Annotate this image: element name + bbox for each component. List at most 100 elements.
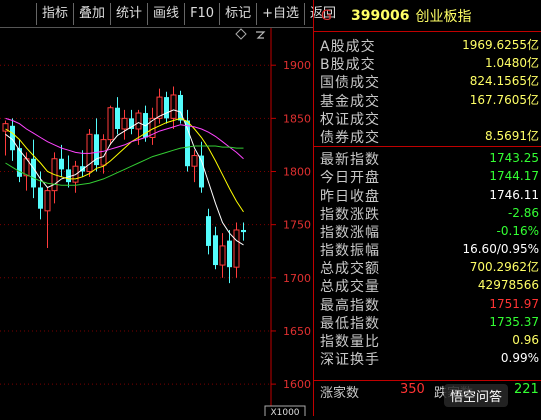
toolbar-stats-button[interactable]: 统计 (110, 3, 147, 25)
index-stat-value: 0.99% (500, 351, 539, 366)
candle (2, 120, 9, 156)
index-stat-row: 昨日收盘 1746.11 (314, 186, 541, 205)
turnover-row: B股成交 1.0480亿 (314, 54, 541, 73)
zoom-indicator: X1000 (264, 405, 306, 419)
index-stat-label: 指数量比 (320, 334, 380, 350)
candle (241, 222, 246, 241)
candle (149, 107, 156, 145)
candle (72, 160, 79, 193)
index-stat-row: 总成交量 42978566 (314, 276, 541, 296)
index-stat-value: -0.16% (496, 223, 539, 238)
index-stat-value: 1743.25 (489, 151, 539, 166)
candle (51, 152, 58, 204)
candle (80, 150, 85, 177)
turnover-row: 权证成交 (314, 109, 541, 128)
candle (219, 233, 226, 278)
index-stat-label: 指数涨幅 (320, 224, 380, 241)
advancers-label: 涨家数 (320, 386, 360, 401)
index-stat-value: -2.86 (507, 205, 539, 220)
turnover-section: A股成交 1969.6255亿 B股成交 1.0480亿 国债成交 824.1565亿 基金… (314, 32, 541, 148)
market-flag: G (321, 7, 332, 24)
turnover-row: A股成交 1969.6255亿 (314, 36, 541, 55)
toolbar-add-watchlist-button[interactable]: +自选 (256, 3, 304, 25)
toolbar-mark-button[interactable]: 标记 (219, 3, 256, 25)
index-stat-label: 指数涨跌 (320, 206, 380, 223)
index-stat-label: 深证换手 (320, 352, 380, 369)
index-stat-row: 总成交额 700.2962亿 (314, 258, 541, 278)
index-stat-row: 最低指数 1735.37 (314, 313, 541, 332)
turnover-row: 国债成交 824.1565亿 (314, 72, 541, 91)
candle (121, 109, 128, 140)
zoom-toggle-icon[interactable] (256, 31, 266, 39)
toolbar-f10-button[interactable]: F10 (184, 3, 219, 25)
turnover-value: 1.0480亿 (485, 56, 539, 71)
index-stat-row: 最新指数 1743.25 (314, 149, 541, 169)
turnover-value: 1969.6255亿 (462, 38, 539, 52)
candle (170, 86, 177, 129)
y-tick-label: 1750 (283, 219, 311, 232)
index-stat-row: 指数涨幅 -0.16% (314, 222, 541, 241)
candle (44, 187, 51, 249)
candle (66, 155, 71, 188)
index-stat-label: 指数振幅 (320, 243, 380, 260)
index-stat-row: 最高指数 1751.97 (314, 295, 541, 314)
index-stat-label: 最高指数 (320, 297, 380, 314)
decliners-count: 221 (514, 382, 539, 397)
index-stat-label: 总成交额 (320, 261, 380, 278)
turnover-value: 824.1565亿 (469, 74, 539, 89)
candle (107, 105, 114, 145)
candle (206, 208, 211, 255)
index-stat-label: 最新指数 (320, 152, 380, 169)
turnover-row: 基金成交 167.7605亿 (314, 91, 541, 110)
y-tick-label: 1650 (283, 325, 311, 338)
y-tick-label: 1850 (283, 112, 311, 125)
index-stat-value: 16.60/0.95% (462, 242, 539, 257)
toolbar-indicator-button[interactable]: 指标 (36, 3, 73, 25)
security-code: 399006 (351, 7, 410, 24)
chart-toolbar: 指标 叠加 统计 画线 F10 标记 +自选 返回 (0, 0, 336, 28)
candle (94, 118, 99, 172)
kline-chart[interactable]: 1900 1850 1800 1750 1700 1650 1600 X1000 (0, 28, 313, 419)
turnover-value: 8.5691亿 (485, 128, 539, 143)
turnover-label: A股成交 (320, 39, 376, 55)
candle (185, 109, 190, 172)
y-tick-label: 1700 (283, 272, 311, 285)
candle (59, 144, 64, 177)
index-stat-row: 今日开盘 1744.17 (314, 167, 541, 187)
toolbar-overlay-button[interactable]: 叠加 (73, 3, 110, 25)
index-stat-value: 1746.11 (489, 187, 539, 202)
candle (227, 229, 232, 284)
candle (213, 226, 218, 270)
turnover-label: 权证成交 (320, 111, 380, 128)
index-stat-row: 指数量比 0.96 (314, 331, 541, 350)
index-stat-value: 0.96 (512, 333, 539, 347)
advancers-count: 350 (400, 382, 425, 397)
index-stat-value: 1751.97 (489, 296, 539, 311)
y-tick-label: 1800 (283, 166, 311, 179)
index-stat-value: 700.2962亿 (469, 260, 539, 275)
turnover-value: 167.7605亿 (469, 92, 539, 107)
index-stat-row: 深证换手 0.99% (314, 349, 541, 369)
candle (115, 97, 120, 135)
kline-chart-svg[interactable]: 1900 1850 1800 1750 1700 1650 1600 X1000 (0, 28, 313, 419)
quote-panel: G 399006 创业板指 A股成交 1969.6255亿 B股成交 1.0480亿国… (313, 0, 541, 416)
candle (191, 150, 198, 183)
index-stats-section: 最新指数 1743.25 今日开盘 1744.17 昨日收盘 1746.11 指数涨跌 -2.… (314, 147, 541, 369)
index-stat-label: 总成交量 (320, 279, 380, 296)
turnover-row: 债券成交 8.5691亿 (314, 127, 541, 146)
index-stat-label: 昨日收盘 (320, 188, 380, 205)
security-header: G 399006 创业板指 (314, 0, 541, 32)
index-stat-label: 今日开盘 (320, 170, 380, 187)
candle (129, 109, 134, 135)
candle (156, 88, 163, 124)
zoom-label: X1000 (270, 408, 299, 416)
toolbar-draw-button[interactable]: 画线 (147, 3, 184, 25)
candle (17, 139, 22, 183)
candle (233, 222, 240, 278)
index-stat-label: 最低指数 (320, 315, 380, 332)
y-tick-label: 1900 (283, 59, 311, 72)
y-tick-label: 1600 (283, 378, 311, 391)
diamond-marker-icon[interactable] (235, 28, 247, 40)
index-stat-row: 指数涨跌 -2.86 (314, 204, 541, 223)
index-stat-value: 1735.37 (489, 314, 539, 329)
